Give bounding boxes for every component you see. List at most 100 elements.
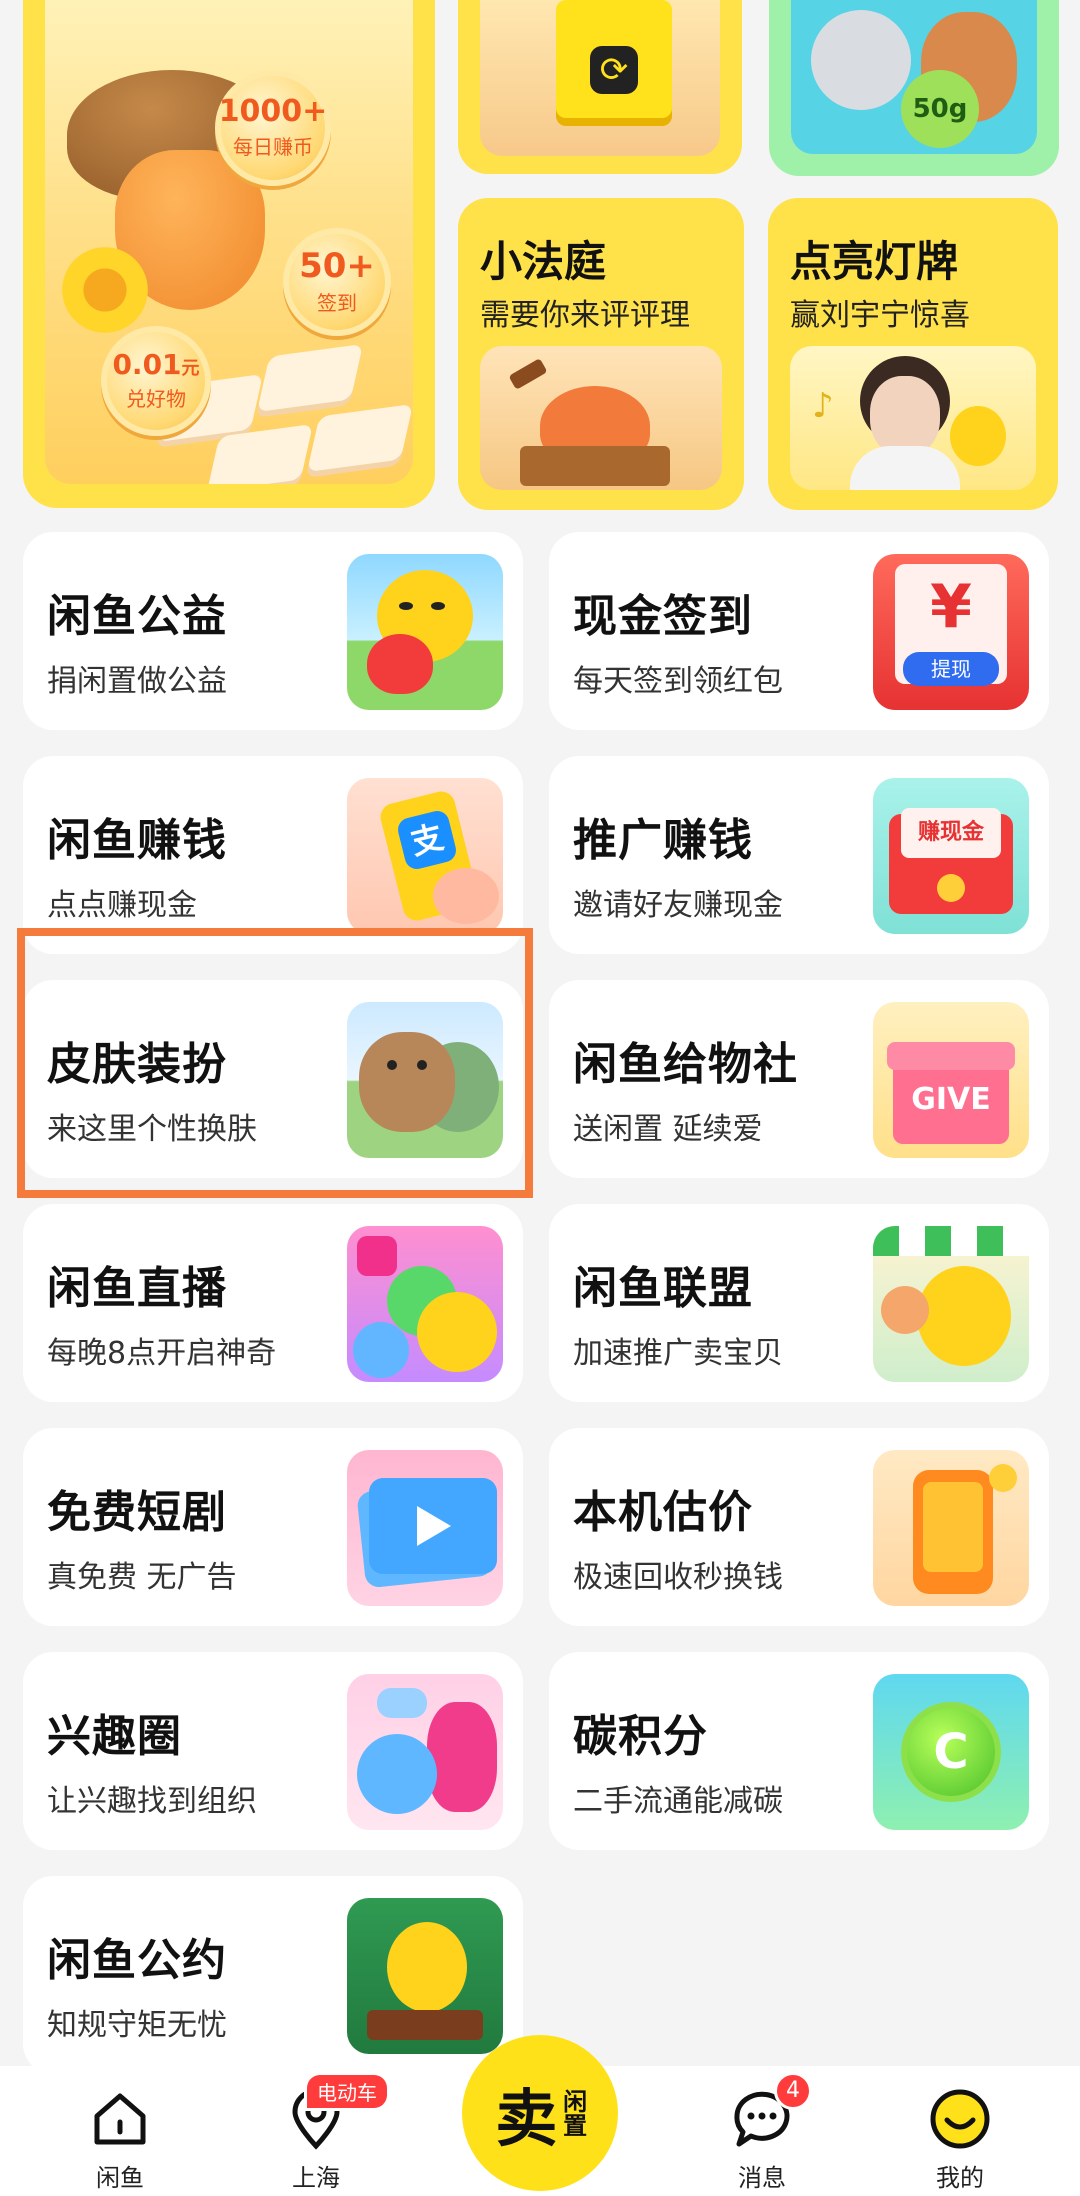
red-envelope-withdraw-text: 提现 (903, 652, 999, 686)
sunflower-icon (55, 240, 155, 340)
red-envelope-icon: ¥ 提现 (873, 554, 1029, 710)
city-badge: 电动车 (304, 2072, 390, 2111)
small-court-subtitle: 需要你来评评理 (480, 298, 690, 333)
coin-redeem: 0.01元 兑好物 (101, 326, 211, 436)
person-face-shape (870, 376, 940, 456)
card-cash-checkin[interactable]: 现金签到 每天签到领红包 ¥ 提现 (549, 532, 1049, 730)
coin-redeem-label: 兑好物 (126, 386, 186, 411)
coin-checkin-value: 50+ (299, 245, 375, 286)
promo-pets-tile[interactable]: 50g (769, 0, 1059, 176)
small-court-card[interactable]: 小法庭 需要你来评评理 (458, 198, 744, 510)
card-carbon-points-title: 碳积分 (573, 1711, 708, 1762)
tab-home[interactable]: 闲鱼 (50, 2088, 190, 2196)
promo-exchange-tile[interactable]: ⟳ (458, 0, 742, 174)
card-live-stream-subtitle: 每晚8点开启神奇 (47, 1336, 277, 1371)
gift-box-icon: GIVE (873, 1002, 1029, 1158)
card-interest-circle[interactable]: 兴趣圈 让兴趣找到组织 (23, 1652, 523, 1850)
card-fish-convention-subtitle: 知规守矩无忧 (47, 2008, 227, 2043)
light-up-card[interactable]: 点亮灯牌 赢刘宇宁惊喜 ♪ (768, 198, 1058, 510)
light-up-subtitle: 赢刘宇宁惊喜 (790, 298, 970, 333)
heart-fish-icon (347, 554, 503, 710)
fish-mascot-icon (950, 406, 1006, 466)
coin-daily-earn-label: 每日赚币 (233, 134, 313, 159)
tab-city-label: 上海 (292, 2164, 340, 2192)
coin-daily-earn-value: 1000+ (218, 93, 328, 129)
card-earn-money-title: 闲鱼赚钱 (47, 815, 227, 866)
card-public-welfare[interactable]: 闲鱼公益 捐闲置做公益 (23, 532, 523, 730)
light-up-title: 点亮灯牌 (790, 237, 959, 286)
red-envelope-yen-text: ¥ (930, 572, 972, 642)
card-cash-checkin-title: 现金签到 (573, 591, 753, 642)
tab-messages-label: 消息 (738, 2164, 786, 2192)
coin-checkin-label: 签到 (317, 290, 357, 315)
orange-phone-icon (873, 1450, 1029, 1606)
sell-main-label: 卖 (495, 2082, 558, 2155)
tab-mine-label: 我的 (936, 2164, 984, 2192)
sell-side-label: 闲置 (558, 2089, 587, 2137)
card-live-stream[interactable]: 闲鱼直播 每晚8点开启神奇 (23, 1204, 523, 1402)
card-fish-convention-title: 闲鱼公约 (47, 1935, 227, 1986)
alipay-phone-icon: 支 (347, 778, 503, 934)
card-give-club-subtitle: 送闲置 延续爱 (573, 1112, 763, 1147)
gift-box-give-text: GIVE (911, 1082, 991, 1117)
gavel-icon (508, 358, 548, 390)
card-fish-convention[interactable]: 闲鱼公约 知规守矩无忧 (23, 1876, 523, 2074)
promo-pets-art: 50g (791, 0, 1037, 154)
card-public-welfare-title: 闲鱼公益 (47, 591, 227, 642)
promo-exchange-art: ⟳ (480, 0, 720, 156)
judge-bench-shape (520, 446, 670, 486)
carbon-coin-letter: C (901, 1702, 1001, 1802)
card-free-drama-title: 免费短剧 (47, 1487, 227, 1538)
smiley-avatar-icon (930, 2089, 990, 2149)
card-cash-checkin-subtitle: 每天签到领红包 (573, 664, 783, 699)
coin-checkin: 50+ 签到 (283, 228, 391, 336)
card-promote-earn-title: 推广赚钱 (573, 815, 753, 866)
interest-blobs-icon (347, 1674, 503, 1830)
light-up-art: ♪ (790, 346, 1036, 490)
fish-shop-icon (873, 1226, 1029, 1382)
fish-book-icon (347, 1898, 503, 2054)
messages-count-badge: 4 (774, 2072, 812, 2110)
tab-mine[interactable]: 我的 (890, 2088, 1030, 2196)
coin-redeem-value: 0.01 (112, 347, 182, 381)
cat-icon (811, 10, 911, 110)
person-shirt-shape (850, 446, 960, 490)
music-note-icon: ♪ (812, 386, 834, 426)
card-fish-alliance-title: 闲鱼联盟 (573, 1263, 753, 1314)
tab-home-label: 闲鱼 (96, 2164, 144, 2192)
card-public-welfare-subtitle: 捐闲置做公益 (47, 664, 227, 699)
home-icon (94, 2093, 146, 2145)
card-interest-circle-subtitle: 让兴趣找到组织 (47, 1784, 257, 1819)
coin-daily-earn: 1000+ 每日赚币 (215, 70, 331, 186)
court-art (480, 346, 722, 490)
green-coin-icon: C (873, 1674, 1029, 1830)
card-earn-money-subtitle: 点点赚现金 (47, 888, 197, 923)
card-promote-earn[interactable]: 推广赚钱 邀请好友赚现金 赚现金 (549, 756, 1049, 954)
card-phone-valuation-subtitle: 极速回收秒换钱 (573, 1560, 783, 1595)
selection-highlight-frame (17, 928, 533, 1198)
weight-ball-badge: 50g (901, 70, 979, 148)
card-give-club[interactable]: 闲鱼给物社 送闲置 延续爱 GIVE (549, 980, 1049, 1178)
card-live-stream-title: 闲鱼直播 (47, 1263, 227, 1314)
live-stream-icon (347, 1226, 503, 1382)
daily-coins-illustration: 1000+ 每日赚币 50+ 签到 0.01元 兑好物 (45, 0, 413, 484)
card-give-club-title: 闲鱼给物社 (573, 1039, 798, 1090)
earn-cash-envelope-icon: 赚现金 (873, 778, 1029, 934)
sell-idle-button[interactable]: 卖 闲置 (462, 2035, 618, 2191)
exchange-box-icon: ⟳ (556, 0, 672, 118)
card-fish-alliance[interactable]: 闲鱼联盟 加速推广卖宝贝 (549, 1204, 1049, 1402)
video-play-icon (347, 1450, 503, 1606)
card-carbon-points-subtitle: 二手流通能减碳 (573, 1784, 783, 1819)
tab-messages[interactable]: 消息 (692, 2088, 832, 2196)
card-fish-alliance-subtitle: 加速推广卖宝贝 (573, 1336, 783, 1371)
earn-cash-text: 赚现金 (901, 808, 1001, 858)
coin-redeem-unit: 元 (181, 357, 200, 379)
card-earn-money[interactable]: 闲鱼赚钱 点点赚现金 支 (23, 756, 523, 954)
card-carbon-points[interactable]: 碳积分 二手流通能减碳 C (549, 1652, 1049, 1850)
card-free-drama[interactable]: 免费短剧 真免费 无广告 (23, 1428, 523, 1626)
small-court-title: 小法庭 (480, 237, 607, 286)
card-interest-circle-title: 兴趣圈 (47, 1711, 182, 1762)
daily-coins-banner[interactable]: 1000+ 每日赚币 50+ 签到 0.01元 兑好物 (23, 0, 435, 508)
card-free-drama-subtitle: 真免费 无广告 (47, 1560, 237, 1595)
card-phone-valuation[interactable]: 本机估价 极速回收秒换钱 (549, 1428, 1049, 1626)
